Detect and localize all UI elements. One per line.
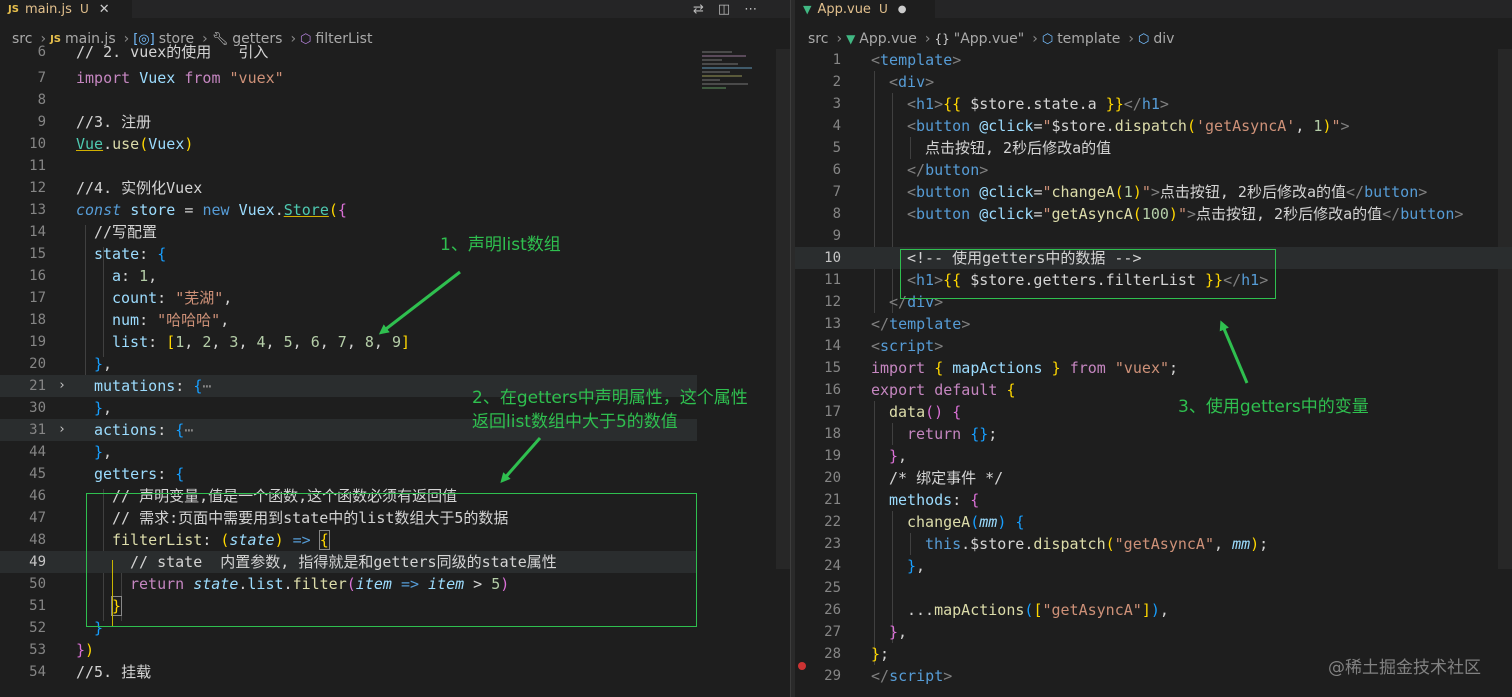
chevron-right-icon: ›	[1032, 31, 1038, 47]
breadcrumb-template[interactable]: template	[1057, 31, 1120, 47]
chevron-right-icon[interactable]: ›	[58, 419, 66, 441]
bracket-guide	[112, 560, 123, 626]
js-file-icon: JS	[8, 3, 19, 15]
untracked-badge: U	[79, 2, 89, 16]
close-tab-icon[interactable]: ✕	[99, 2, 110, 17]
highlight-box-getters-usage	[900, 249, 1276, 299]
tab-label: main.js	[24, 1, 72, 17]
element-cube-icon: ⬡	[1041, 31, 1054, 47]
more-actions-icon[interactable]: ⋯	[744, 2, 757, 17]
annotation-1: 1、声明list数组	[440, 235, 561, 255]
breadcrumb-src[interactable]: src	[808, 31, 828, 47]
breakpoint-icon[interactable]	[798, 662, 806, 670]
braces-icon: {}	[934, 32, 950, 46]
vue-file-icon: ▼	[846, 32, 856, 46]
annotation-2-line1: 2、在getters中声明属性，这个属性	[472, 388, 748, 408]
chevron-right-icon: ›	[924, 31, 931, 47]
breadcrumb-div[interactable]: div	[1153, 31, 1174, 47]
breadcrumb: src › ▼ App.vue › {} "App.vue" › ⬡ templ…	[808, 29, 1512, 49]
left-tab-bar: JS main.js U ✕ ⇄ ◫ ⋯	[0, 0, 790, 18]
editor-actions: ⇄ ◫ ⋯	[693, 0, 757, 18]
watermark: @稀土掘金技术社区	[1328, 658, 1481, 678]
breadcrumb-file[interactable]: App.vue	[859, 31, 917, 47]
tab-label: App.vue	[817, 1, 871, 17]
annotation-2-line2: 返回list数组中大于5的数值	[472, 412, 678, 432]
breadcrumb-module[interactable]: "App.vue"	[954, 31, 1024, 47]
chevron-right-icon[interactable]: ›	[58, 375, 66, 397]
left-editor-pane: JS main.js U ✕ ⇄ ◫ ⋯ src › JS main.js › …	[0, 0, 790, 697]
chevron-right-icon: ›	[1128, 31, 1134, 47]
untracked-badge: U	[878, 2, 888, 16]
annotation-3: 3、使用getters中的变量	[1178, 397, 1369, 417]
unsaved-dot-icon[interactable]: ●	[898, 4, 907, 15]
compare-changes-icon[interactable]: ⇄	[693, 2, 704, 17]
right-editor-pane: ▼ App.vue U ● src › ▼ App.vue › {} "App.…	[795, 0, 1512, 697]
split-editor-icon[interactable]: ◫	[718, 2, 730, 17]
element-cube-icon: ⬡	[1138, 31, 1150, 47]
highlight-box-getters	[86, 493, 697, 627]
chevron-right-icon: ›	[836, 31, 843, 47]
vue-file-icon: ▼	[803, 2, 812, 16]
tab-app-vue[interactable]: ▼ App.vue U ●	[795, 0, 935, 18]
right-tab-bar: ▼ App.vue U ●	[795, 0, 1512, 18]
tab-main-js[interactable]: JS main.js U ✕	[0, 0, 132, 18]
